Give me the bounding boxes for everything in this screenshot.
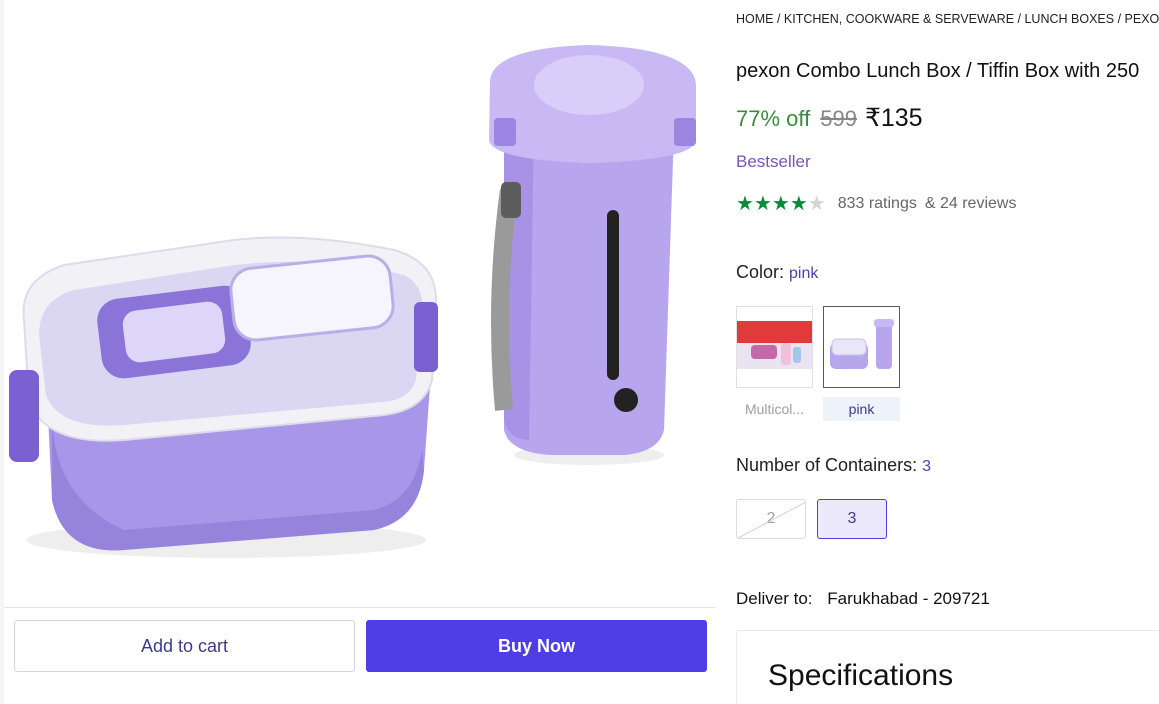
- star-empty-icon: ★: [807, 193, 826, 215]
- rating-row[interactable]: ★★★★★ 833 ratings & 24 reviews: [736, 194, 1016, 214]
- breadcrumb-item-pexon[interactable]: PEXON: [1125, 12, 1159, 26]
- color-selected-value: pink: [789, 265, 819, 282]
- containers-selector-label: Number of Containers: 3: [736, 455, 931, 476]
- deliver-to-label: Deliver to:: [736, 589, 813, 608]
- specifications-title: Specifications: [768, 659, 954, 692]
- multicolor-thumbnail-icon: [737, 307, 812, 387]
- star-filled-icon: ★: [736, 193, 754, 215]
- color-selector-label: Color: pink: [736, 262, 818, 283]
- selling-price: ₹135: [864, 104, 923, 132]
- add-to-cart-button[interactable]: Add to cart: [14, 620, 355, 672]
- breadcrumb-item-kitchen[interactable]: KITCHEN, COOKWARE & SERVEWARE: [784, 12, 1014, 26]
- breadcrumb-item-home[interactable]: HOME: [736, 12, 774, 26]
- lunch-box-illustration: [9, 236, 438, 558]
- product-image[interactable]: [4, 0, 722, 604]
- product-title: pexon Combo Lunch Box / Tiffin Box with …: [736, 60, 1140, 82]
- product-details: HOME / KITCHEN, COOKWARE & SERVEWARE / L…: [736, 0, 1159, 704]
- color-swatch-pink[interactable]: [823, 306, 900, 388]
- color-option-label-multicolor: Multicol...: [744, 401, 805, 417]
- containers-label: Number of Containers:: [736, 455, 918, 475]
- divider: [4, 607, 716, 608]
- containers-selected-value: 3: [922, 458, 932, 475]
- delivery-location-value: Farukhabad - 209721: [827, 589, 990, 608]
- containers-option-2[interactable]: 2: [736, 499, 806, 539]
- bottle-illustration: [489, 45, 696, 465]
- buy-now-button[interactable]: Buy Now: [366, 620, 707, 672]
- price-row: 77% off 599 ₹135: [736, 103, 923, 133]
- breadcrumb-item-lunch-boxes[interactable]: LUNCH BOXES: [1024, 12, 1114, 26]
- color-swatch-multicolor[interactable]: [736, 306, 813, 388]
- color-option-label-pink: pink: [823, 397, 900, 421]
- product-gallery: Add to cart Buy Now: [0, 0, 722, 704]
- color-label: Color:: [736, 262, 785, 282]
- bestseller-badge: Bestseller: [736, 152, 811, 171]
- star-rating: ★★★★★: [736, 194, 826, 214]
- discount-percent: 77% off: [736, 106, 811, 131]
- star-filled-icon: ★: [789, 193, 808, 215]
- containers-option-3[interactable]: 3: [817, 499, 887, 539]
- star-filled-icon: ★: [753, 193, 772, 215]
- pink-thumbnail-icon: [824, 307, 899, 387]
- star-filled-icon: ★: [771, 193, 790, 215]
- breadcrumb: HOME / KITCHEN, COOKWARE & SERVEWARE / L…: [736, 12, 1159, 26]
- reviews-count: & 24 reviews: [924, 195, 1017, 212]
- delivery-location[interactable]: Deliver to: Farukhabad - 209721: [736, 589, 990, 609]
- specifications-card: Specifications: [736, 630, 1159, 704]
- original-price: 599: [820, 106, 857, 131]
- ratings-count: 833 ratings: [837, 195, 917, 212]
